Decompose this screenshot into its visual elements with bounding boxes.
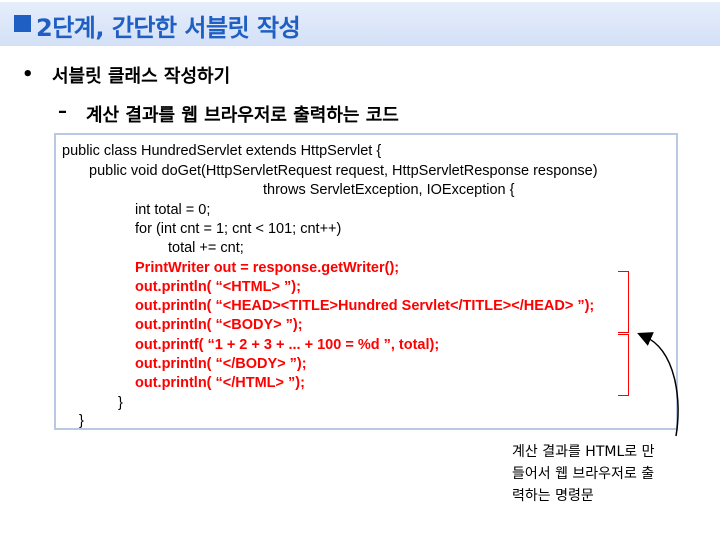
code-line: out.println( “<BODY> ”); [135,317,303,333]
code-line: out.println( “</HTML> ”); [135,375,305,391]
code-line: public class HundredServlet extends Http… [62,143,382,159]
bullet-marker: • [22,64,34,85]
code-line: for (int cnt = 1; cnt < 101; cnt++) [135,221,342,237]
code-line: throws ServletException, IOException { [263,182,515,198]
code-line: int total = 0; [135,202,211,218]
annotation-note: 계산 결과를 HTML로 만 들어서 웹 브라우저로 출 력하는 명령문 [512,441,702,507]
code-line: PrintWriter out = response.getWriter(); [135,260,400,276]
code-box: public class HundredServlet extends Http… [54,133,678,430]
title-bar: 2단계, 간단한 서블릿 작성 [0,2,720,46]
annotation-line: 력하는 명령문 [512,488,594,504]
code-line: public void doGet(HttpServletRequest req… [89,163,598,179]
highlight-bracket-top [618,271,629,333]
annotation-line: 들어서 웹 브라우저로 출 [512,466,655,482]
code-line: total += cnt; [168,240,244,256]
code-line: out.println( “</BODY> ”); [135,356,307,372]
sub-bullet-marker: – [58,101,67,122]
annotation-line: 계산 결과를 HTML로 만 [512,444,655,460]
bullet-text: 서블릿 클래스 작성하기 [52,66,231,87]
title-square-icon [14,15,31,32]
slide-title: 2단계, 간단한 서블릿 작성 [36,14,301,42]
code-line: } [79,413,84,429]
code-line: out.println( “<HTML> ”); [135,279,301,295]
code-line: out.printf( “1 + 2 + 3 + ... + 100 = %d … [135,337,440,353]
code-line: out.println( “<HEAD><TITLE>Hundred Servl… [135,298,595,314]
code-line: } [118,395,123,411]
highlight-bracket-bottom [618,334,629,396]
sub-bullet-text: 계산 결과를 웹 브라우저로 출력하는 코드 [86,105,399,126]
